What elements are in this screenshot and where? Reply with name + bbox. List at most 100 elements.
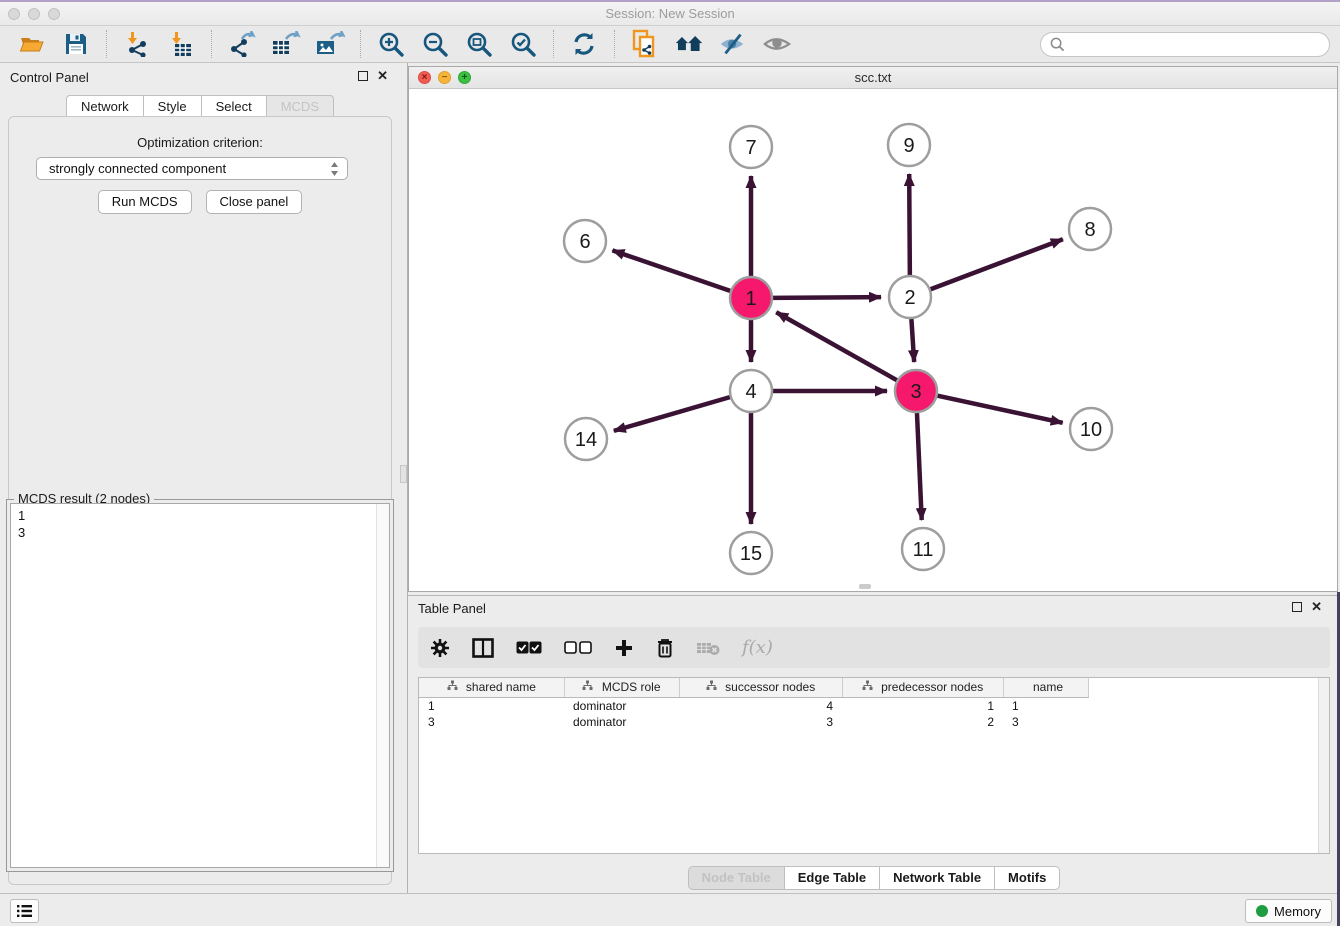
table-panel: Table Panel ✕ bbox=[408, 595, 1340, 893]
import-table-icon[interactable] bbox=[166, 29, 196, 59]
export-image-icon[interactable] bbox=[315, 29, 345, 59]
table-row[interactable]: 1dominator411 bbox=[419, 697, 1088, 714]
app-titlebar: Session: New Session bbox=[0, 2, 1340, 26]
optimization-criterion-label: Optimization criterion: bbox=[0, 135, 400, 150]
table-row[interactable]: 3dominator323 bbox=[419, 714, 1088, 730]
zoom-out-icon[interactable] bbox=[420, 29, 450, 59]
import-network-icon[interactable] bbox=[122, 29, 152, 59]
add-column-icon[interactable] bbox=[614, 635, 634, 661]
graph-node-label: 11 bbox=[913, 539, 934, 561]
column-type-icon bbox=[447, 680, 458, 691]
toolbar-separator bbox=[614, 30, 615, 58]
deselect-all-checkboxes-icon[interactable] bbox=[564, 635, 592, 661]
delete-table-icon[interactable] bbox=[696, 635, 720, 661]
column-type-icon bbox=[862, 680, 873, 691]
network-window-titlebar[interactable]: × − + scc.txt bbox=[409, 67, 1337, 89]
show-visual-properties-icon[interactable] bbox=[762, 29, 792, 59]
table-tab-motifs[interactable]: Motifs bbox=[995, 866, 1060, 890]
refresh-layout-icon[interactable] bbox=[569, 29, 599, 59]
column-header-predecessor-nodes[interactable]: predecessor nodes bbox=[842, 678, 1003, 697]
close-table-panel-icon[interactable]: ✕ bbox=[1311, 602, 1322, 612]
graph-edge-2-8[interactable] bbox=[931, 239, 1063, 289]
graph-node-label: 15 bbox=[740, 543, 762, 565]
memory-label: Memory bbox=[1274, 904, 1321, 919]
float-table-panel-icon[interactable] bbox=[1292, 602, 1302, 612]
graph-edge-2-9[interactable] bbox=[909, 174, 910, 275]
column-header-name[interactable]: name bbox=[1003, 678, 1088, 697]
delete-column-icon[interactable] bbox=[656, 635, 674, 661]
export-network-icon[interactable] bbox=[227, 29, 257, 59]
graph-node-label: 9 bbox=[903, 135, 914, 157]
save-session-icon[interactable] bbox=[61, 29, 91, 59]
search-input[interactable] bbox=[1071, 36, 1320, 53]
graph-node-label: 1 bbox=[745, 288, 756, 310]
graph-node-label: 8 bbox=[1084, 219, 1095, 241]
graph-edge-1-2[interactable] bbox=[773, 297, 881, 298]
fx-label: f(x) bbox=[742, 637, 773, 658]
result-scrollbar[interactable] bbox=[376, 504, 389, 867]
mcds-result-line: 1 bbox=[18, 507, 382, 524]
graph-edge-3-10[interactable] bbox=[937, 396, 1062, 423]
table-cell[interactable]: dominator bbox=[564, 697, 679, 714]
table-scrollbar[interactable] bbox=[1318, 678, 1329, 853]
close-panel-button[interactable]: Close panel bbox=[206, 190, 303, 214]
criterion-dropdown[interactable]: strongly connected component bbox=[36, 157, 348, 180]
table-cell[interactable]: 2 bbox=[842, 714, 1003, 730]
divider-grip[interactable] bbox=[400, 465, 407, 483]
graph-node-label: 2 bbox=[904, 287, 915, 309]
column-header-shared-name[interactable]: shared name bbox=[419, 678, 564, 697]
mcds-result-list[interactable]: 13 bbox=[10, 503, 390, 868]
table-panel-title: Table Panel bbox=[418, 601, 486, 616]
export-table-icon[interactable] bbox=[271, 29, 301, 59]
network-scrollbar-handle[interactable] bbox=[859, 584, 871, 589]
table-cell[interactable]: 3 bbox=[1003, 714, 1088, 730]
desktop-edge bbox=[0, 0, 1340, 2]
graph-edge-4-14[interactable] bbox=[614, 397, 730, 431]
graph-edge-2-3[interactable] bbox=[911, 319, 914, 362]
graph-node-label: 4 bbox=[745, 381, 756, 403]
close-panel-icon[interactable]: ✕ bbox=[377, 71, 388, 81]
memory-button[interactable]: Memory bbox=[1245, 899, 1332, 923]
run-mcds-button[interactable]: Run MCDS bbox=[98, 190, 192, 214]
table-tab-edge-table[interactable]: Edge Table bbox=[785, 866, 880, 890]
column-type-icon bbox=[582, 680, 593, 691]
column-header-MCDS-role[interactable]: MCDS role bbox=[564, 678, 679, 697]
task-history-button[interactable] bbox=[10, 899, 39, 923]
zoom-fit-icon[interactable] bbox=[464, 29, 494, 59]
graph-edge-3-1[interactable] bbox=[776, 312, 897, 380]
panel-divider[interactable] bbox=[400, 63, 408, 893]
memory-status-icon bbox=[1256, 905, 1268, 917]
column-header-successor-nodes[interactable]: successor nodes bbox=[679, 678, 842, 697]
table-cell[interactable]: 1 bbox=[419, 697, 564, 714]
table-cell[interactable]: 1 bbox=[842, 697, 1003, 714]
zoom-selected-icon[interactable] bbox=[508, 29, 538, 59]
network-window-title: scc.txt bbox=[409, 70, 1337, 85]
table-cell[interactable]: 1 bbox=[1003, 697, 1088, 714]
table-tab-network-table[interactable]: Network Table bbox=[880, 866, 995, 890]
home-network-icon[interactable] bbox=[674, 29, 704, 59]
table-cell[interactable]: 3 bbox=[419, 714, 564, 730]
function-builder-icon[interactable]: f(x) bbox=[742, 635, 773, 661]
show-columns-icon[interactable] bbox=[472, 635, 494, 661]
application-window: Session: New Session bbox=[0, 0, 1340, 926]
graph-edge-3-11[interactable] bbox=[917, 413, 922, 520]
zoom-in-icon[interactable] bbox=[376, 29, 406, 59]
toolbar-separator bbox=[211, 30, 212, 58]
graph-node-label: 3 bbox=[910, 381, 921, 403]
toolbar-separator bbox=[360, 30, 361, 58]
float-panel-icon[interactable] bbox=[358, 71, 368, 81]
select-all-checkboxes-icon[interactable] bbox=[516, 635, 542, 661]
task-list-icon bbox=[16, 904, 33, 918]
network-graph-canvas[interactable]: 7968124314101511 bbox=[409, 89, 1337, 591]
open-session-icon[interactable] bbox=[17, 29, 47, 59]
dropdown-stepper-icon bbox=[330, 161, 339, 177]
table-cell[interactable]: dominator bbox=[564, 714, 679, 730]
table-cell[interactable]: 4 bbox=[679, 697, 842, 714]
hide-visual-properties-icon[interactable] bbox=[718, 29, 748, 59]
table-tab-node-table[interactable]: Node Table bbox=[688, 866, 785, 890]
gear-icon[interactable] bbox=[430, 635, 450, 661]
main-toolbar bbox=[0, 26, 1340, 63]
graph-edge-1-6[interactable] bbox=[612, 250, 730, 290]
copy-share-document-icon[interactable] bbox=[630, 29, 660, 59]
table-cell[interactable]: 3 bbox=[679, 714, 842, 730]
